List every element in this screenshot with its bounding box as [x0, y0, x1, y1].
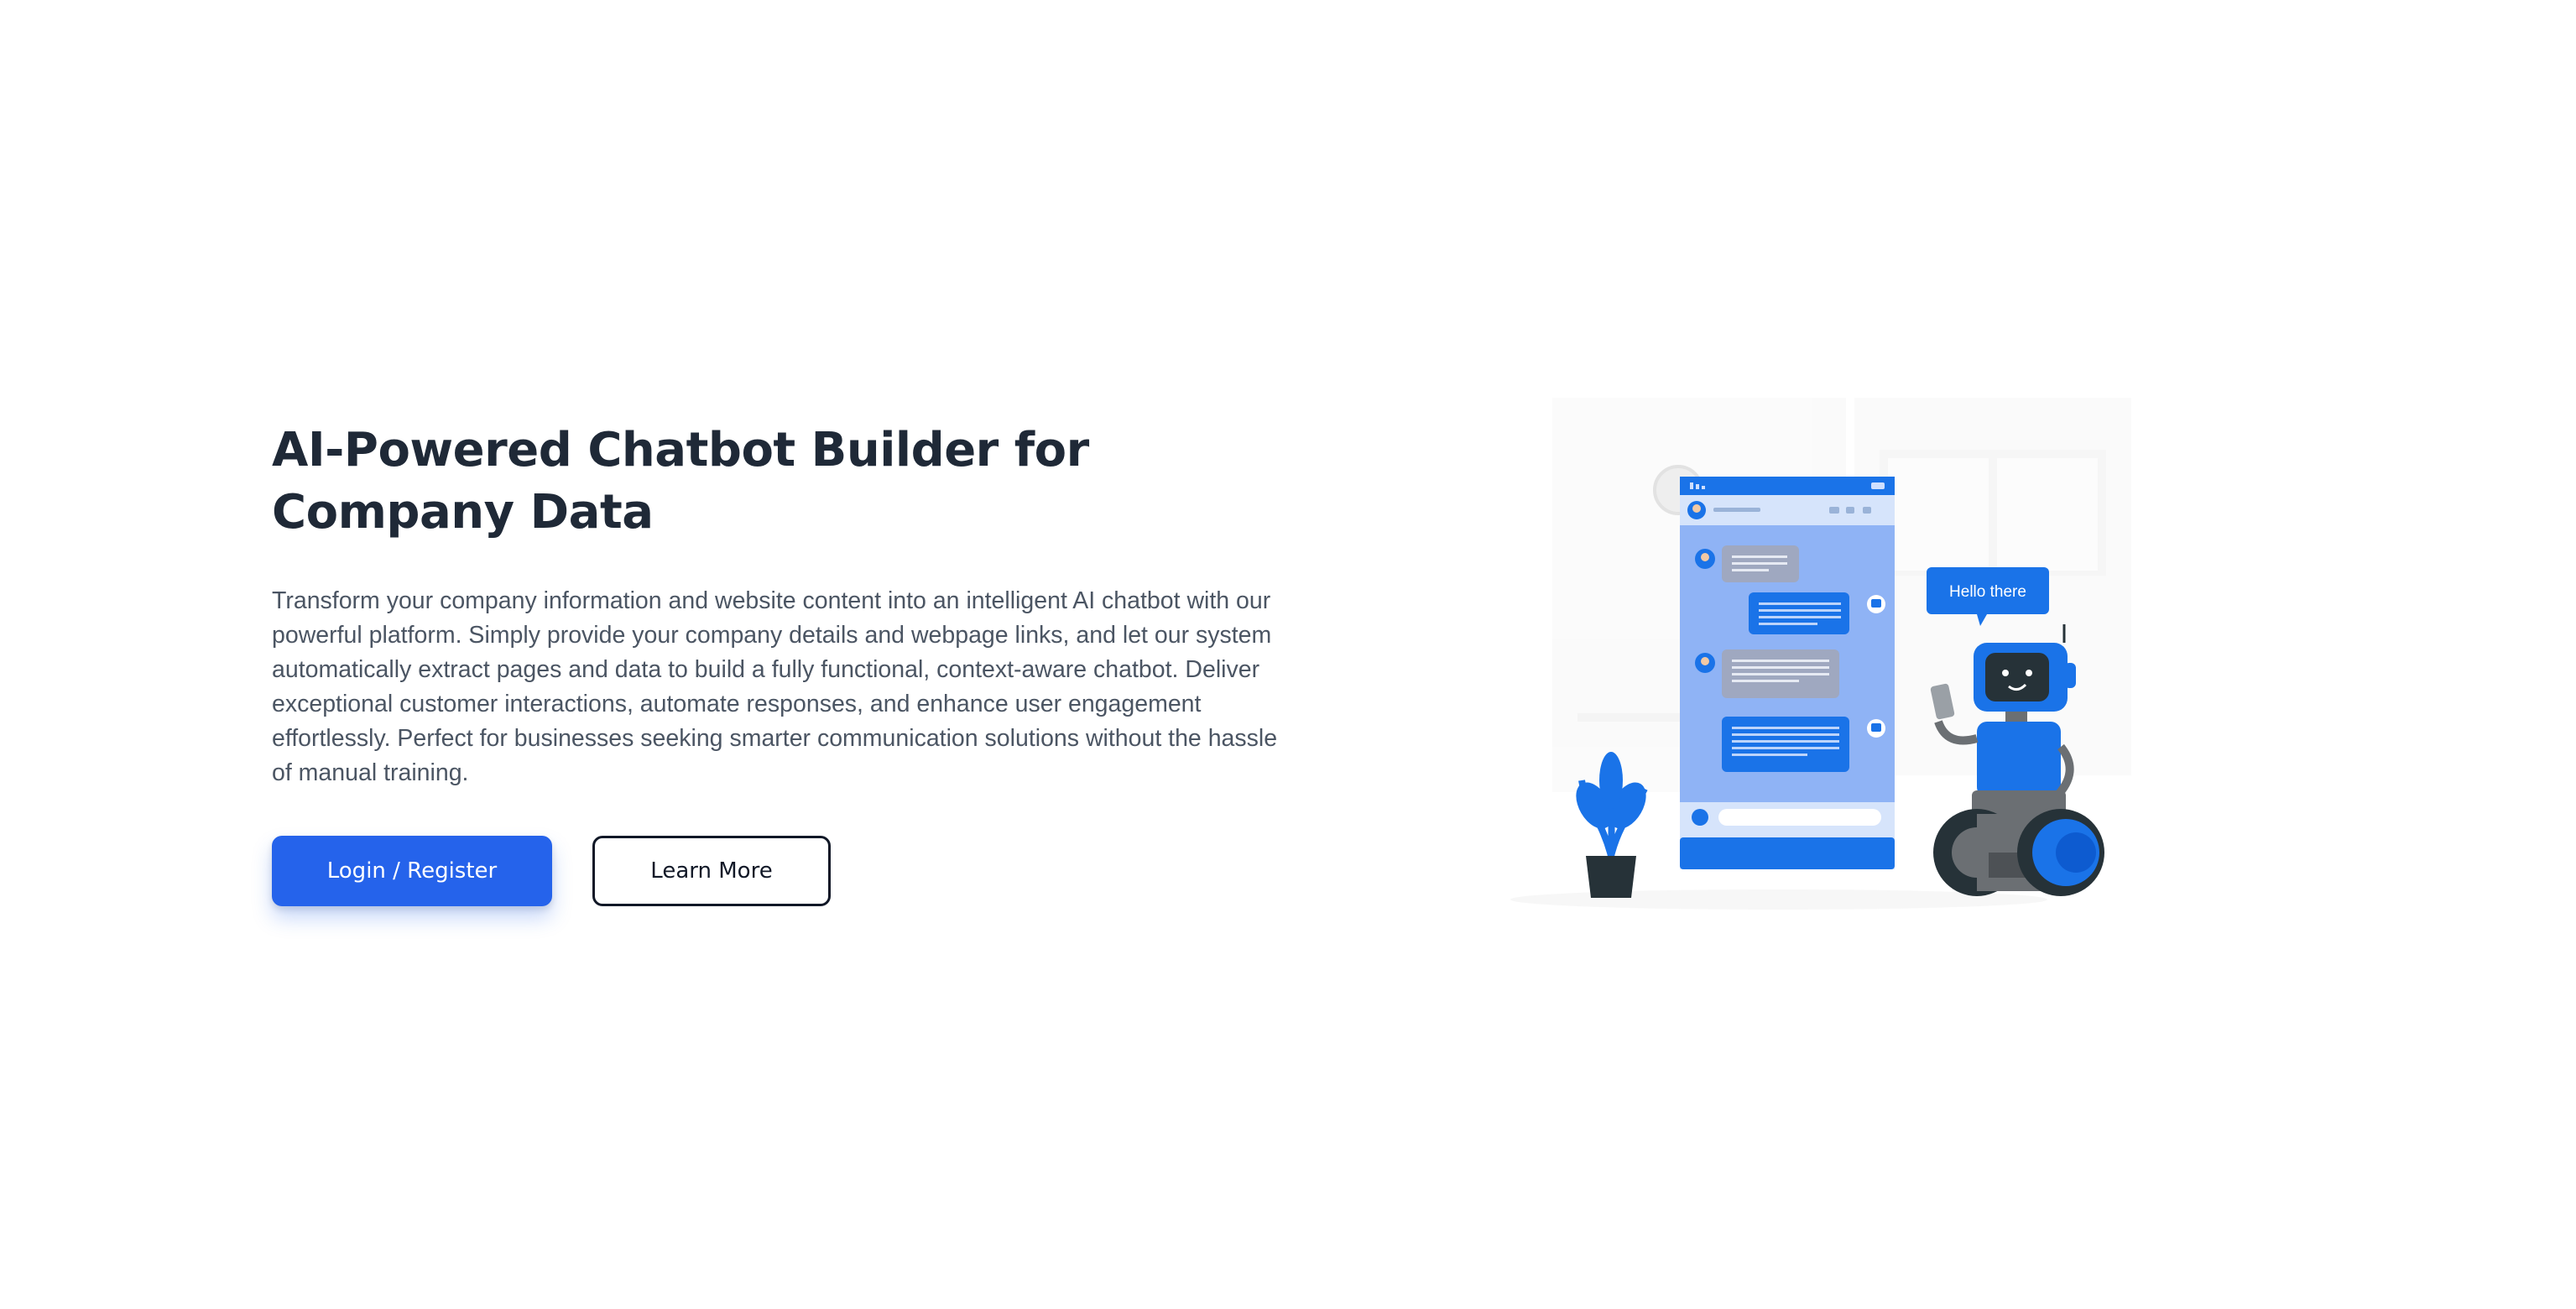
hero-description: Transform your company information and w…	[272, 587, 1278, 786]
speech-bubble-text: Hello there	[1949, 583, 2026, 601]
cta-buttons: Login / Register Learn More	[272, 836, 831, 906]
chat-phone-illustration	[1680, 477, 1895, 869]
landing-page: AI-Powered Chatbot Builder for Company D…	[0, 0, 2576, 1309]
learn-more-button[interactable]: Learn More	[592, 836, 831, 906]
page-title-line-1: AI-Powered Chatbot Builder for	[272, 423, 1089, 477]
chatbot-illustration: Hello there	[1502, 386, 2156, 923]
login-register-button[interactable]: Login / Register	[272, 836, 552, 906]
page-title: AI-Powered Chatbot Builder for Company D…	[272, 420, 1279, 544]
page-title-line-2: Company Data	[272, 485, 654, 540]
hero-section: AI-Powered Chatbot Builder for Company D…	[272, 420, 1279, 790]
